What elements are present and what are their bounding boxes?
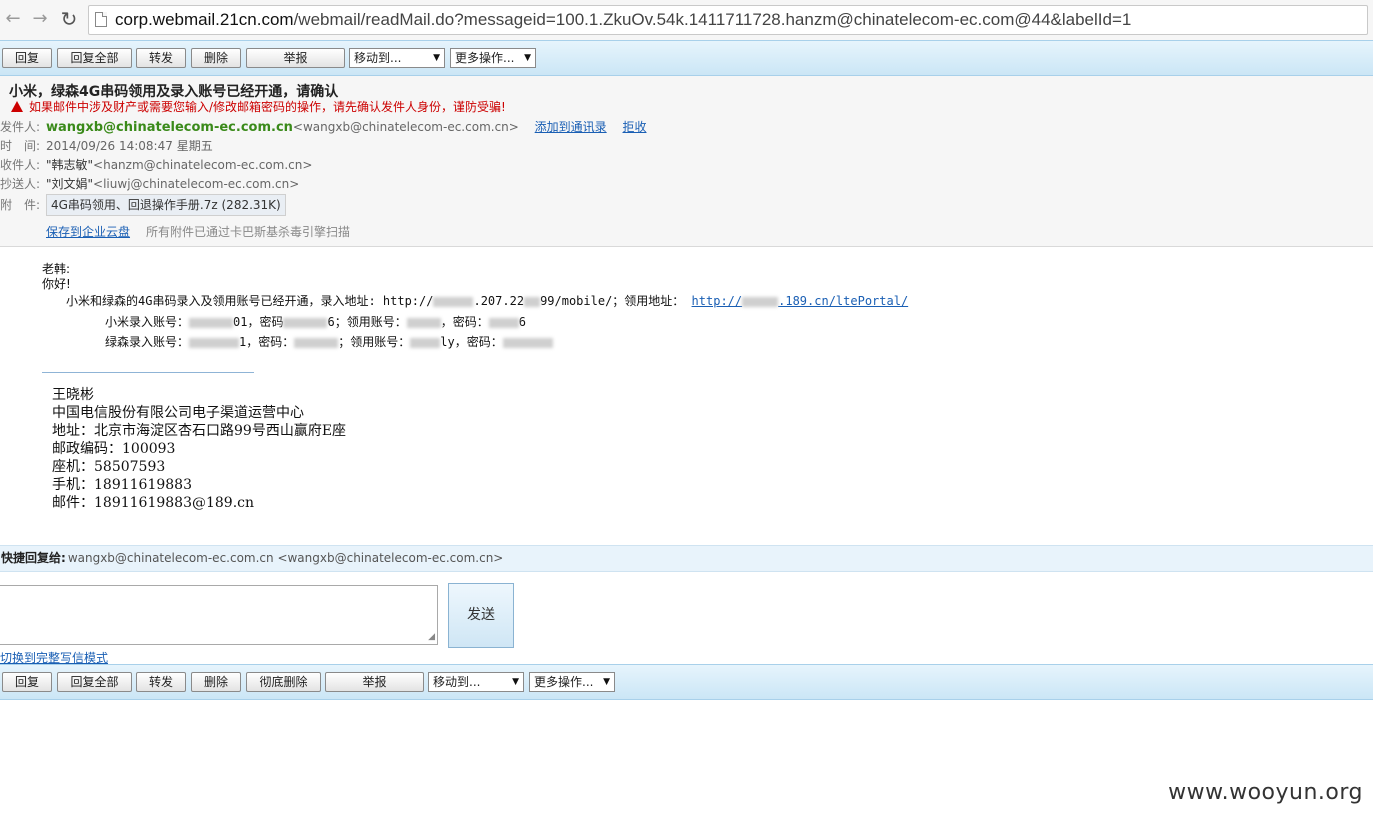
dropdown-arrow-icon: ▼ — [603, 677, 610, 687]
reply-all-button[interactable]: 回复全部 — [57, 48, 132, 68]
add-contact-link[interactable]: 添加到通讯录 — [535, 120, 607, 134]
signature-postcode: 邮政编码：100093 — [52, 441, 176, 457]
address-bar[interactable]: corp.webmail.21cn.com/webmail/readMail.d… — [88, 5, 1368, 35]
delete-button[interactable]: 删除 — [191, 48, 241, 68]
reload-icon[interactable]: ↻ — [58, 8, 80, 30]
move-to-select[interactable]: 移动到... ▼ — [428, 672, 524, 692]
sender-address: <wangxb@chinatelecom-ec.com.cn> — [292, 120, 519, 134]
redacted-text — [524, 296, 541, 307]
signature-address: 地址：北京市海淀区杏石口路99号西山赢府E座 — [52, 423, 347, 439]
delete-button[interactable]: 删除 — [191, 672, 241, 692]
watermark: www.wooyun.org — [1168, 780, 1363, 805]
quick-reply-address: wangxb@chinatelecom-ec.com.cn <wangxb@ch… — [67, 551, 504, 565]
redacted-text — [189, 337, 240, 348]
redacted-text — [294, 337, 339, 348]
reply-button[interactable]: 回复 — [2, 48, 52, 68]
mail-header: 小米，绿森4G串码领用及录入账号已经开通，请确认 如果邮件中涉及财产或需要您输入… — [0, 76, 1373, 247]
virus-scan-note: 所有附件已通过卡巴斯基杀毒引擎扫描 — [146, 225, 351, 239]
body-line-xiaomi: 小米录入账号： 01，密码 6；领用账号： ，密码： 6 — [105, 315, 526, 329]
quick-reply-label: 快捷回复给: — [1, 551, 66, 565]
send-button[interactable]: 发送 — [448, 583, 514, 648]
redacted-text — [433, 296, 474, 307]
purge-button[interactable]: 彻底删除 — [246, 672, 321, 692]
mail-toolbar-top: 回复 回复全部 转发 删除 举报 移动到... ▼ 更多操作... ▼ — [0, 40, 1373, 76]
redacted-text — [742, 296, 779, 307]
dropdown-arrow-icon: ▼ — [433, 53, 440, 63]
cc-row: 抄送人: "刘文娟"<liuwj@chinatelecom-ec.com.cn> — [0, 177, 300, 191]
attachment-item[interactable]: 4G串码领用、回退操作手册.7z (282.31K) — [46, 194, 286, 216]
redacted-text — [410, 337, 441, 348]
mail-time: 2014/09/26 14:08:47 星期五 — [46, 139, 213, 153]
signature-phone: 座机：58507593 — [52, 459, 166, 475]
portal-link[interactable]: http://.189.cn/ltePortal/ — [692, 294, 909, 308]
reject-link[interactable]: 拒收 — [623, 120, 647, 134]
security-warning: 如果邮件中涉及财产或需要您输入/修改邮箱密码的操作，请先确认发件人身份，谨防受骗… — [11, 98, 506, 115]
quick-reply-bar: 快捷回复给: wangxb@chinatelecom-ec.com.cn <wan… — [0, 545, 1373, 572]
url-text: corp.webmail.21cn.com/webmail/readMail.d… — [115, 10, 1132, 29]
more-actions-select[interactable]: 更多操作... ▼ — [529, 672, 615, 692]
forward-button[interactable]: 转发 — [136, 48, 186, 68]
redacted-text — [488, 317, 519, 328]
warning-icon — [11, 101, 23, 112]
redacted-text — [189, 317, 234, 328]
forward-button[interactable]: 转发 — [136, 672, 186, 692]
redacted-text — [502, 337, 553, 348]
cc-name: "刘文娟" — [46, 177, 94, 191]
report-button[interactable]: 举报 — [325, 672, 424, 692]
move-to-select[interactable]: 移动到... ▼ — [349, 48, 445, 68]
attachment-actions: 保存到企业云盘 所有附件已通过卡巴斯基杀毒引擎扫描 — [46, 223, 350, 240]
reply-all-button[interactable]: 回复全部 — [57, 672, 132, 692]
browser-chrome: ← → ↻ corp.webmail.21cn.com/webmail/read… — [0, 0, 1373, 41]
recipient-address: <hanzm@chinatelecom-ec.com.cn> — [93, 158, 313, 172]
cc-address: <liuwj@chinatelecom-ec.com.cn> — [93, 177, 300, 191]
dropdown-arrow-icon: ▼ — [512, 677, 519, 687]
attach-row: 附 件: — [0, 198, 41, 212]
signature-divider — [42, 372, 254, 373]
mail-toolbar-bottom: 回复 回复全部 转发 删除 彻底删除 举报 移动到... ▼ 更多操作... ▼ — [0, 664, 1373, 700]
mail-body: 老韩: 你好! 小米和绿森的4G串码录入及领用账号已经开通，录入地址: http… — [0, 247, 1373, 545]
back-arrow-icon[interactable]: ← — [2, 8, 24, 30]
hello-line: 你好! — [42, 277, 71, 291]
redacted-text — [283, 317, 328, 328]
save-to-cloud-link[interactable]: 保存到企业云盘 — [46, 225, 130, 239]
report-button[interactable]: 举报 — [246, 48, 345, 68]
dropdown-arrow-icon: ▼ — [524, 53, 531, 63]
signature-company: 中国电信股份有限公司电子渠道运营中心 — [52, 405, 304, 421]
signature-email: 邮件：18911619883@189.cn — [52, 495, 255, 511]
signature-mobile: 手机：18911619883 — [52, 477, 192, 493]
body-line-lvsen: 绿森录入账号： 1，密码： ；领用账号： ly，密码： — [105, 333, 553, 350]
sender-name: wangxb@chinatelecom-ec.com.cn — [46, 120, 293, 135]
reply-button[interactable]: 回复 — [2, 672, 52, 692]
from-row: 发件人: wangxb@chinatelecom-ec.com.cn<wangxb… — [0, 120, 647, 135]
quick-reply-textarea[interactable]: ◢ — [0, 585, 438, 645]
forward-arrow-icon[interactable]: → — [29, 8, 51, 30]
resize-handle-icon[interactable]: ◢ — [428, 632, 435, 642]
redacted-text — [406, 317, 441, 328]
signature-name: 王晓彬 — [52, 387, 94, 403]
more-actions-select[interactable]: 更多操作... ▼ — [450, 48, 536, 68]
page-icon — [95, 12, 107, 27]
time-row: 时 间: 2014/09/26 14:08:47 星期五 — [0, 139, 213, 153]
recipient-name: "韩志敏" — [46, 158, 94, 172]
to-row: 收件人: "韩志敏"<hanzm@chinatelecom-ec.com.cn> — [0, 158, 313, 172]
body-line-address: 小米和绿森的4G串码录入及领用账号已经开通，录入地址: http://.207.… — [66, 294, 909, 308]
